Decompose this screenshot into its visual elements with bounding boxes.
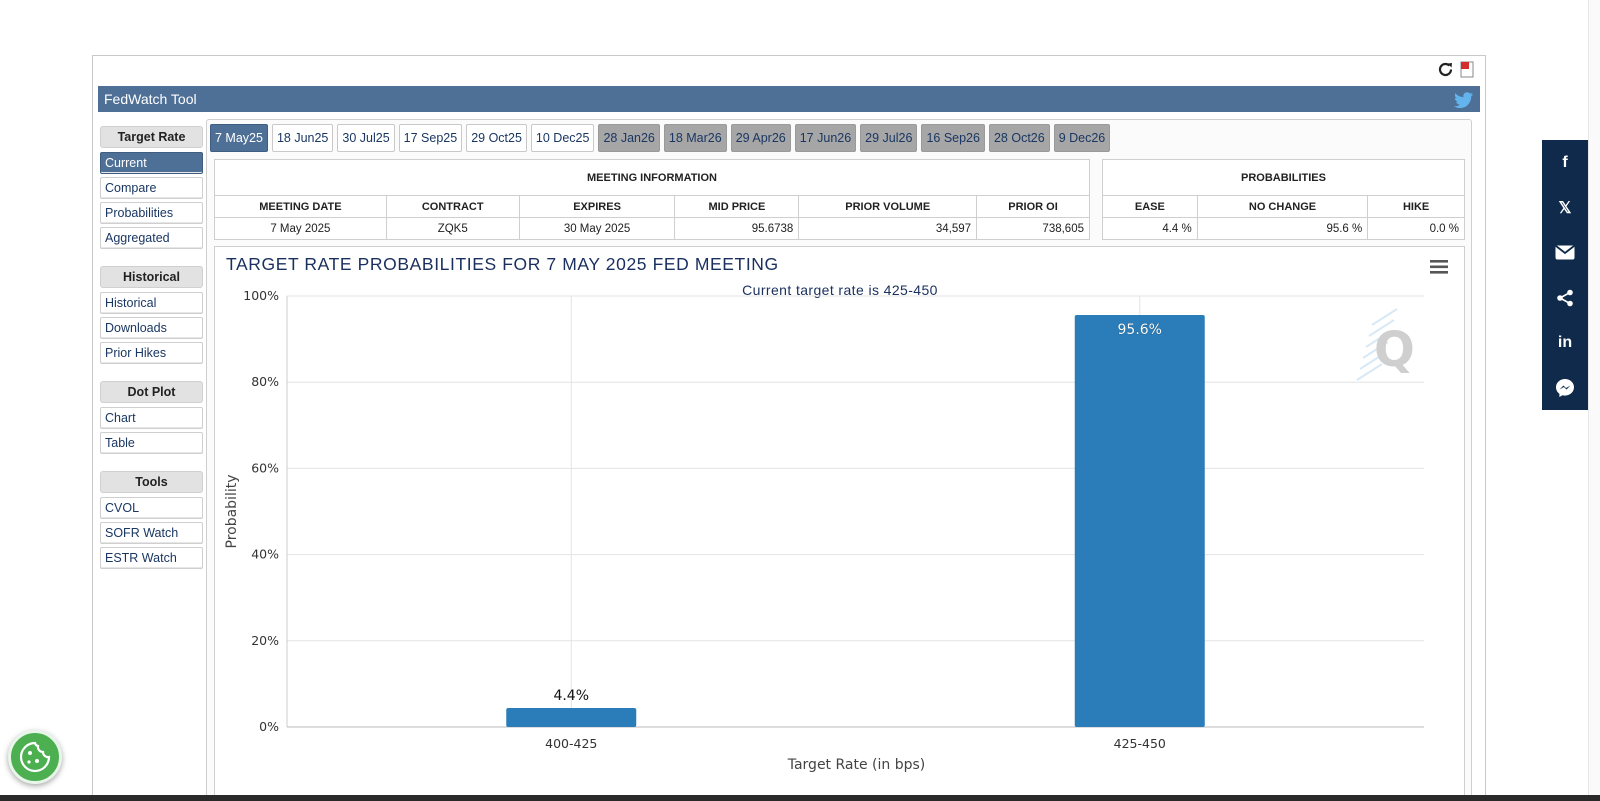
tab-meeting[interactable]: 30 Jul25 xyxy=(337,124,395,152)
tab-meeting[interactable]: 29 Apr26 xyxy=(730,124,791,152)
data-label: 4.4% xyxy=(553,688,589,704)
refresh-icon[interactable] xyxy=(1436,60,1454,78)
x-icon[interactable]: 𝕏 xyxy=(1542,185,1588,230)
meeting-tabs: 7 May25 18 Jun25 30 Jul25 17 Sep25 29 Oc… xyxy=(210,124,1111,152)
share-bar: f 𝕏 in xyxy=(1542,140,1588,410)
sidebar-item-table[interactable]: Table xyxy=(100,432,203,454)
linkedin-icon[interactable]: in xyxy=(1542,320,1588,365)
hike-cell: 0.0 % xyxy=(1367,217,1465,240)
x-tick-label: 425-450 xyxy=(1114,736,1166,751)
col-header: PRIOR VOLUME xyxy=(798,195,978,218)
prior-oi-cell: 738,605 xyxy=(976,217,1090,240)
probability-chart: 0% 20% 40% 60% 80% 100% 4.4% 400-425 95.6% 425-45… xyxy=(224,290,1424,773)
col-header: EXPIRES xyxy=(518,195,676,218)
meeting-info-table: MEETING INFORMATION MEETING DATE CONTRAC… xyxy=(214,159,1090,240)
pdf-icon[interactable] xyxy=(1458,60,1476,78)
top-tools xyxy=(1436,60,1476,78)
y-tick-label: 100% xyxy=(243,290,279,303)
tab-meeting[interactable]: 16 Sep26 xyxy=(921,124,985,152)
chart-title: TARGET RATE PROBABILITIES FOR 7 MAY 2025… xyxy=(226,254,779,274)
table-row: 4.4 % 95.6 % 0.0 % xyxy=(1102,217,1465,240)
tab-meeting[interactable]: 7 May25 xyxy=(210,124,268,152)
col-header: NO CHANGE xyxy=(1196,195,1369,218)
y-tick-label: 80% xyxy=(251,374,279,389)
tab-meeting[interactable]: 9 Dec26 xyxy=(1053,124,1111,152)
probabilities-table: PROBABILITIES EASE NO CHANGE HIKE 4.4 % … xyxy=(1102,159,1465,240)
col-header: PRIOR OI xyxy=(976,195,1090,218)
expires-cell: 30 May 2025 xyxy=(518,217,676,240)
sidebar-item-probabilities[interactable]: Probabilities xyxy=(100,202,203,224)
chart-menu-icon[interactable] xyxy=(1428,258,1450,276)
bar xyxy=(506,708,637,727)
y-tick-label: 0% xyxy=(259,719,279,734)
email-icon[interactable] xyxy=(1542,230,1588,275)
tool-title: FedWatch Tool xyxy=(104,91,197,107)
sidebar-item-historical[interactable]: Historical xyxy=(100,292,203,314)
taskbar-strip xyxy=(0,795,1600,801)
sidebar-heading-dot-plot: Dot Plot xyxy=(100,381,203,403)
col-header: HIKE xyxy=(1367,195,1465,218)
col-header: MID PRICE xyxy=(674,195,800,218)
tab-meeting[interactable]: 18 Jun25 xyxy=(271,124,334,152)
sidebar: Target Rate Current Compare Probabilitie… xyxy=(100,126,203,572)
sidebar-item-aggregated[interactable]: Aggregated xyxy=(100,227,203,249)
tool-title-bar: FedWatch Tool xyxy=(98,86,1480,112)
facebook-icon[interactable]: f xyxy=(1542,140,1588,185)
sidebar-item-cvol[interactable]: CVOL xyxy=(100,497,203,519)
bar xyxy=(1074,314,1205,727)
meeting-date-cell: 7 May 2025 xyxy=(214,217,387,240)
twitter-icon[interactable] xyxy=(1454,90,1474,109)
ease-cell: 4.4 % xyxy=(1102,217,1198,240)
y-tick-label: 20% xyxy=(251,633,279,648)
sidebar-item-estr-watch[interactable]: ESTR Watch xyxy=(100,547,203,569)
y-axis-title: Probability xyxy=(224,474,240,548)
meeting-info-title: MEETING INFORMATION xyxy=(214,159,1090,196)
sidebar-heading-tools: Tools xyxy=(100,471,203,493)
sidebar-heading-historical: Historical xyxy=(100,266,203,288)
contract-cell: ZQK5 xyxy=(385,217,520,240)
data-label: 95.6% xyxy=(1118,322,1162,338)
col-header: CONTRACT xyxy=(385,195,520,218)
sidebar-item-sofr-watch[interactable]: SOFR Watch xyxy=(100,522,203,544)
col-header: EASE xyxy=(1102,195,1198,218)
share-icon[interactable] xyxy=(1542,275,1588,320)
browser-edge xyxy=(1588,0,1600,801)
tab-meeting[interactable]: 28 Oct26 xyxy=(988,124,1050,152)
table-row: 7 May 2025 ZQK5 30 May 2025 95.6738 34,5… xyxy=(214,217,1090,240)
tab-meeting[interactable]: 17 Sep25 xyxy=(398,124,463,152)
y-tick-label: 40% xyxy=(251,547,279,562)
messenger-icon[interactable] xyxy=(1542,365,1588,410)
tab-meeting[interactable]: 10 Dec25 xyxy=(530,124,595,152)
sidebar-item-compare[interactable]: Compare xyxy=(100,177,203,199)
cookie-settings-icon[interactable] xyxy=(8,730,62,784)
sidebar-item-downloads[interactable]: Downloads xyxy=(100,317,203,339)
prior-volume-cell: 34,597 xyxy=(798,217,978,240)
sidebar-heading-target-rate: Target Rate xyxy=(100,126,203,148)
watermark-logo: Q xyxy=(1356,308,1415,381)
y-tick-label: 60% xyxy=(251,460,279,475)
sidebar-item-chart[interactable]: Chart xyxy=(100,407,203,429)
tab-meeting[interactable]: 29 Jul26 xyxy=(860,124,918,152)
sidebar-item-prior-hikes[interactable]: Prior Hikes xyxy=(100,342,203,364)
tab-meeting[interactable]: 28 Jan26 xyxy=(598,124,660,152)
mid-price-cell: 95.6738 xyxy=(674,217,800,240)
tab-meeting[interactable]: 17 Jun26 xyxy=(794,124,857,152)
no-change-cell: 95.6 % xyxy=(1196,217,1369,240)
tab-meeting[interactable]: 29 Oct25 xyxy=(466,124,527,152)
svg-text:Q: Q xyxy=(1374,322,1415,378)
fedwatch-page: FedWatch Tool Target Rate Current Compar… xyxy=(0,0,1600,801)
sidebar-item-current[interactable]: Current xyxy=(100,152,203,174)
tab-meeting[interactable]: 18 Mar26 xyxy=(663,124,727,152)
col-header: MEETING DATE xyxy=(214,195,387,218)
probabilities-title: PROBABILITIES xyxy=(1102,159,1465,196)
x-tick-label: 400-425 xyxy=(545,736,597,751)
x-axis-title: Target Rate (in bps) xyxy=(787,757,926,773)
